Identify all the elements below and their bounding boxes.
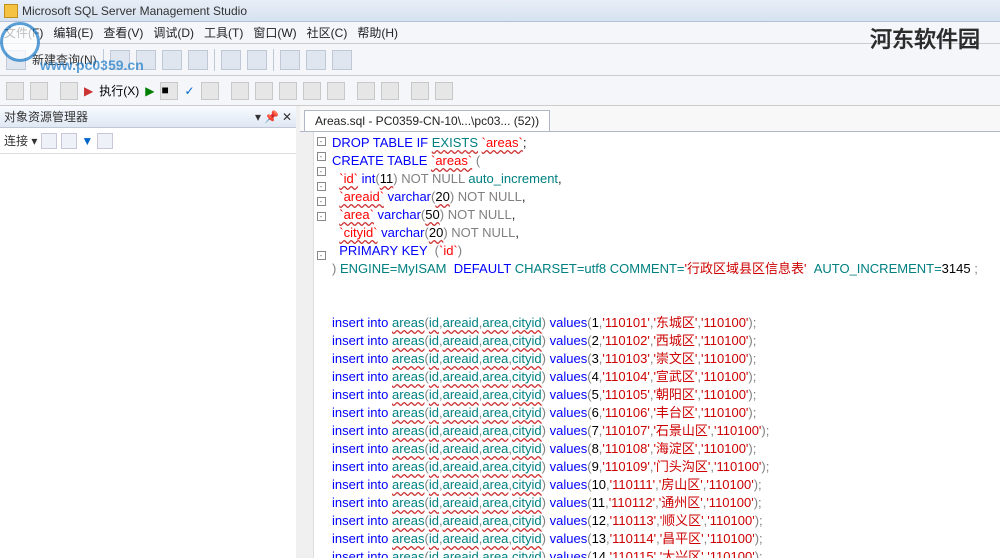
pin-icon[interactable]: 📌 — [264, 110, 279, 124]
fold-icon[interactable]: - — [317, 167, 326, 176]
toolbar-btn[interactable] — [61, 133, 77, 149]
object-explorer: 对象资源管理器 ▾ 📌 ✕ 连接 ▾ ▼ — [0, 106, 300, 558]
toolbar-btn[interactable] — [327, 82, 345, 100]
toolbar-btn[interactable] — [303, 82, 321, 100]
logo-url: www.pc0359.cn — [40, 57, 144, 73]
filter-icon[interactable]: ▼ — [81, 134, 93, 148]
connect-button[interactable]: 连接 ▾ — [4, 132, 37, 149]
menu-tools[interactable]: 工具(T) — [204, 24, 243, 41]
panel-title: 对象资源管理器 — [4, 108, 88, 125]
menu-window[interactable]: 窗口(W) — [253, 24, 296, 41]
fold-icon[interactable]: - — [317, 251, 326, 260]
gutter — [300, 132, 314, 558]
toolbar-btn[interactable] — [41, 133, 57, 149]
toolbar-btn[interactable] — [255, 82, 273, 100]
fold-icon[interactable]: - — [317, 212, 326, 221]
toolbar-btn[interactable]: ■ — [160, 82, 178, 100]
toolbar-btn[interactable] — [6, 82, 24, 100]
toolbar-main: 新建查询(N) — [0, 44, 1000, 76]
dropdown-icon[interactable]: ▾ — [255, 110, 261, 124]
toolbar-btn[interactable] — [60, 82, 78, 100]
titlebar: Microsoft SQL Server Management Studio — [0, 0, 1000, 22]
menubar: 文件(F) 编辑(E) 查看(V) 调试(D) 工具(T) 窗口(W) 社区(C… — [0, 22, 1000, 44]
tree-view[interactable] — [0, 154, 296, 558]
toolbar-btn[interactable] — [201, 82, 219, 100]
fold-icon[interactable]: - — [317, 137, 326, 146]
toolbar-btn[interactable] — [279, 82, 297, 100]
toolbar-btn[interactable] — [381, 82, 399, 100]
panel-toolbar: 连接 ▾ ▼ — [0, 128, 296, 154]
toolbar-btn[interactable] — [435, 82, 453, 100]
menu-view[interactable]: 查看(V) — [103, 24, 143, 41]
panel-header: 对象资源管理器 ▾ 📌 ✕ — [0, 106, 296, 128]
toolbar-btn[interactable] — [247, 50, 267, 70]
toolbar-btn[interactable] — [357, 82, 375, 100]
menu-community[interactable]: 社区(C) — [307, 24, 348, 41]
execute-button[interactable]: 执行(X) — [99, 82, 139, 99]
tab-areas-sql[interactable]: Areas.sql - PC0359-CN-10\...\pc03... (52… — [304, 110, 550, 131]
fold-icon[interactable]: - — [317, 152, 326, 161]
toolbar-btn[interactable] — [231, 82, 249, 100]
toolbar-btn[interactable] — [280, 50, 300, 70]
tab-label: Areas.sql - PC0359-CN-10\...\pc03... (52… — [315, 114, 539, 128]
fold-icon[interactable]: - — [317, 197, 326, 206]
toolbar-btn[interactable] — [162, 50, 182, 70]
watermark: 河东软件园 — [870, 22, 980, 54]
code-content[interactable]: DROP TABLE IF EXISTS `areas`; CREATE TAB… — [328, 132, 1000, 558]
toolbar-btn[interactable] — [332, 50, 352, 70]
editor-area: Areas.sql - PC0359-CN-10\...\pc03... (52… — [300, 106, 1000, 558]
toolbar-btn[interactable] — [30, 82, 48, 100]
app-icon — [4, 4, 18, 18]
toolbar-btn[interactable] — [188, 50, 208, 70]
separator — [214, 49, 215, 71]
toolbar-btn[interactable] — [411, 82, 429, 100]
fold-icon[interactable]: - — [317, 182, 326, 191]
code-editor[interactable]: - - - - - - - DROP TABLE IF EXISTS `area… — [300, 131, 1000, 558]
toolbar-btn[interactable] — [221, 50, 241, 70]
fold-column: - - - - - - - — [314, 132, 328, 558]
toolbar-btn[interactable] — [306, 50, 326, 70]
logo-icon — [0, 22, 40, 62]
toolbar-btn[interactable] — [97, 133, 113, 149]
toolbar-sql: ▶ 执行(X) ▶ ■ ✓ — [0, 76, 1000, 106]
separator — [273, 49, 274, 71]
title-text: Microsoft SQL Server Management Studio — [22, 4, 247, 18]
menu-help[interactable]: 帮助(H) — [357, 24, 398, 41]
menu-debug[interactable]: 调试(D) — [153, 24, 194, 41]
close-icon[interactable]: ✕ — [282, 110, 292, 124]
main-area: 对象资源管理器 ▾ 📌 ✕ 连接 ▾ ▼ Areas.sql - PC0359-… — [0, 106, 1000, 558]
menu-edit[interactable]: 编辑(E) — [53, 24, 93, 41]
